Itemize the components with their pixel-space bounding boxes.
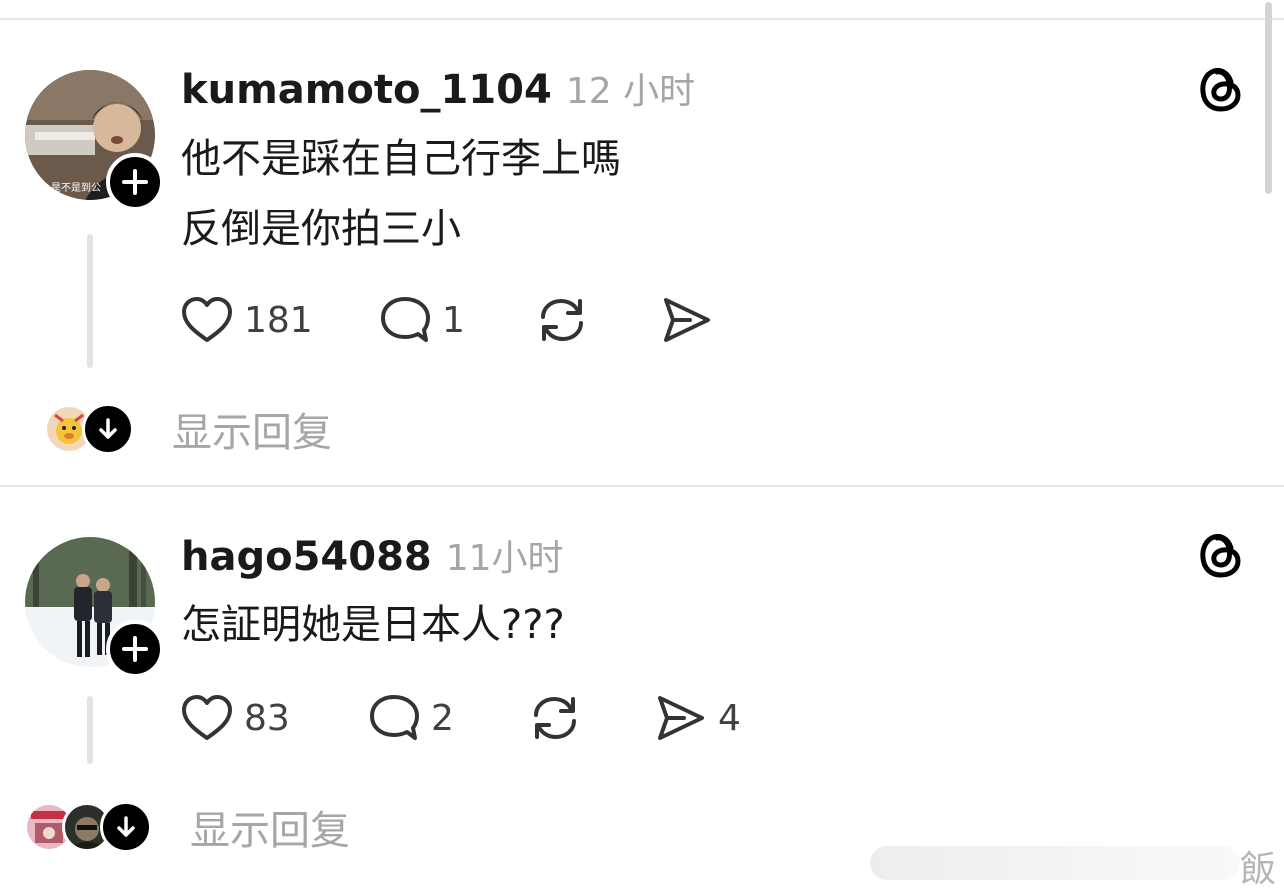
follow-button[interactable] [106,620,164,678]
threads-logo-icon[interactable] [1196,528,1246,582]
speech-bubble-icon [370,695,419,740]
send-icon [658,696,704,740]
post-text-line-1: 怎証明她是日本人??? [181,602,565,648]
post-header: hago54088 11小时 [181,529,564,581]
watermark-blur [870,846,1240,880]
comment-button[interactable]: 2 [367,690,454,746]
share-count: 4 [718,697,741,739]
share-button[interactable]: 4 [654,690,741,746]
timestamp: 11小时 [445,538,564,579]
show-replies-row[interactable]: 显示回复 [24,798,350,856]
like-count: 83 [244,697,290,739]
repost-icon [534,696,576,740]
expand-replies-badge[interactable] [100,801,152,853]
show-replies-label[interactable]: 显示回复 [190,798,350,856]
like-button[interactable]: 83 [180,690,290,746]
watermark-char: 飯 [1240,849,1277,890]
arrow-down-icon [117,816,135,837]
username[interactable]: hago54088 [181,534,432,580]
heart-icon [182,695,232,740]
thread-line [87,696,93,764]
repost-button[interactable] [527,690,583,746]
plus-icon [122,636,148,662]
comment-count: 2 [431,697,454,739]
post-2: hago54088 11小时 怎証明她是日本人??? 83 2 4 显示回复 [0,0,1284,892]
